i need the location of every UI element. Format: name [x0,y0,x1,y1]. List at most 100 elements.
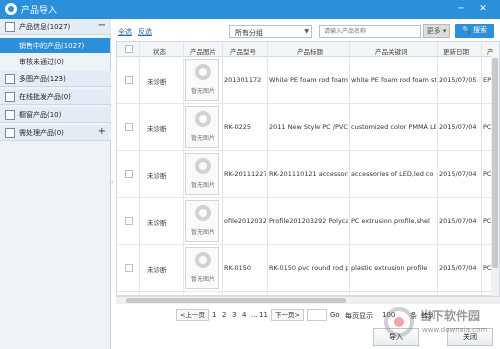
site-watermark: 当下软件园 www.downxia.com [376,299,500,349]
no-image-label: 暂无图片 [190,88,215,95]
go-button[interactable]: Go [330,311,340,319]
sidebar-group-wholesale[interactable]: 在线批发产品(0) [0,89,111,105]
placeholder-image-icon [195,158,211,174]
sidebar-item-label: 销售中的产品(1027) [19,42,85,50]
per-page-label: 每页显示 [345,312,373,320]
header-keywords: 产品关键词 [375,48,408,56]
header-image: 产品图片 [190,48,216,56]
no-image-label: 暂无图片 [190,276,215,283]
sidebar-group-label: 橱窗产品(10) [19,111,62,119]
keywords-cell: customized color PMMA LEI [351,123,436,131]
date-cell: 2015/07/04 [439,123,477,131]
sidebar-group-label: 需处理产品(0) [19,129,64,137]
header-extra: 产 [487,48,494,56]
status-cell: 未诊断 [147,78,167,86]
search-input[interactable] [320,26,420,37]
invert-selection-link[interactable]: 反选 [138,27,152,37]
row-checkbox[interactable] [125,170,133,178]
placeholder-image-icon [195,111,211,127]
model-cell: 201301172 [224,76,262,84]
watermark-url: www.downxia.com [422,326,488,334]
row-checkbox[interactable] [125,264,133,272]
search-icon: 🔍 [462,26,471,34]
page-ellipsis: ... [251,311,258,319]
pending-icon [5,128,15,138]
table-row[interactable]: 未诊断 暂无图片 RK-0150 RK-0150 pvc round rod p… [117,245,499,292]
sidebar-item-on-sale[interactable]: 销售中的产品(1027) [0,38,110,53]
prev-page-button[interactable]: <上一页 [176,309,209,321]
watermark-title: 当下软件园 [420,309,481,323]
status-cell: 未诊断 [147,172,167,180]
no-image-label: 暂无图片 [190,229,215,236]
vertical-scrollbar[interactable] [491,56,499,296]
close-window-button[interactable]: ✕ [476,2,490,16]
no-image-label: 暂无图片 [190,182,215,189]
group-select[interactable]: 所有分组 ▼ [229,25,312,38]
sidebar-group-label: 在线批发产品(0) [19,93,71,101]
showcase-icon [5,110,15,120]
page-11[interactable]: 11 [259,311,268,319]
page-1[interactable]: 1 [212,311,216,319]
table-row[interactable]: 未诊断 暂无图片 ofile2012032 Profile201203292 P… [117,198,499,245]
table-row[interactable]: 未诊断 暂无图片 RK-0225 2011 New Style PC /PVC/… [117,104,499,151]
title-bar: 产品导入 ─ ✕ [0,0,500,19]
header-date: 更新日期 [443,48,469,56]
row-checkbox[interactable] [125,123,133,131]
sidebar-group-product-info[interactable]: 产品信息(1027) − [0,19,111,35]
row-checkbox[interactable] [125,76,133,84]
model-cell: RK-201112275 [224,170,266,178]
images-icon [5,74,15,84]
product-thumbnail: 暂无图片 [185,200,219,242]
placeholder-image-icon [195,205,211,221]
window-title: 产品导入 [21,6,58,16]
page-3[interactable]: 3 [232,311,236,319]
group-select-value: 所有分组 [235,29,263,37]
sidebar-group-multi-image[interactable]: 多图产品(123) [0,71,111,87]
title-cell: RK-0150 pvc round rod pl [269,264,348,272]
status-cell: 未诊断 [147,125,167,133]
product-thumbnail: 暂无图片 [185,153,219,195]
keywords-cell: accessories of LED,led co [351,170,434,178]
more-button[interactable]: 更多 ▾ [423,24,450,38]
collapse-toggle-icon[interactable]: − [98,20,106,31]
placeholder-image-icon [195,64,211,80]
no-image-label: 暂无图片 [190,135,215,142]
header-status: 状态 [153,48,166,56]
date-cell: 2015/07/04 [439,217,477,225]
wholesale-icon [5,92,15,102]
sidebar: 产品信息(1027) − 销售中的产品(1027) 审核未通过(0) 多图产品(… [0,19,111,349]
horizontal-scroll-thumb[interactable] [126,298,346,303]
select-all-checkbox[interactable] [125,45,133,53]
select-all-link[interactable]: 全选 [118,27,132,37]
table-row[interactable]: 未诊断 暂无图片 201301172 White PE foam rod foa… [117,57,499,104]
expand-toggle-icon[interactable]: + [98,126,106,137]
app-logo-icon [5,3,17,15]
watermark-logo-icon [384,307,414,337]
sidebar-group-pending[interactable]: 需处理产品(0) + [0,125,111,141]
table-row[interactable]: 未诊断 暂无图片 RK-201112275 RK-201110121 acces… [117,151,499,198]
more-label: 更多 [426,27,441,35]
minimize-button[interactable]: ─ [454,2,468,16]
sidebar-group-showcase[interactable]: 橱窗产品(10) [0,107,111,123]
page-4[interactable]: 4 [242,311,246,319]
date-cell: 2015/07/04 [439,264,477,272]
chevron-down-icon: ▼ [304,28,309,35]
keywords-cell: plastic extrusion profile [351,264,428,272]
sidebar-item-rejected[interactable]: 审核未通过(0) [0,54,110,69]
title-cell: 2011 New Style PC /PVC/P [269,123,348,131]
page-2[interactable]: 2 [222,311,226,319]
vertical-scroll-thumb[interactable] [492,58,498,268]
row-checkbox[interactable] [125,217,133,225]
goto-page-input[interactable] [307,309,327,321]
search-input-wrapper[interactable] [319,25,421,38]
product-thumbnail: 暂无图片 [185,59,219,101]
search-label: 搜索 [472,26,487,34]
date-cell: 2015/07/04 [439,170,477,178]
header-title: 产品标题 [297,48,323,56]
header-model: 产品型号 [230,48,256,56]
title-cell: RK-201110121 accessories [269,170,348,178]
search-button[interactable]: 🔍 搜索 [455,24,494,38]
placeholder-image-icon [195,252,211,268]
model-cell: RK-0150 [224,264,251,272]
next-page-button[interactable]: 下一页> [271,309,304,321]
